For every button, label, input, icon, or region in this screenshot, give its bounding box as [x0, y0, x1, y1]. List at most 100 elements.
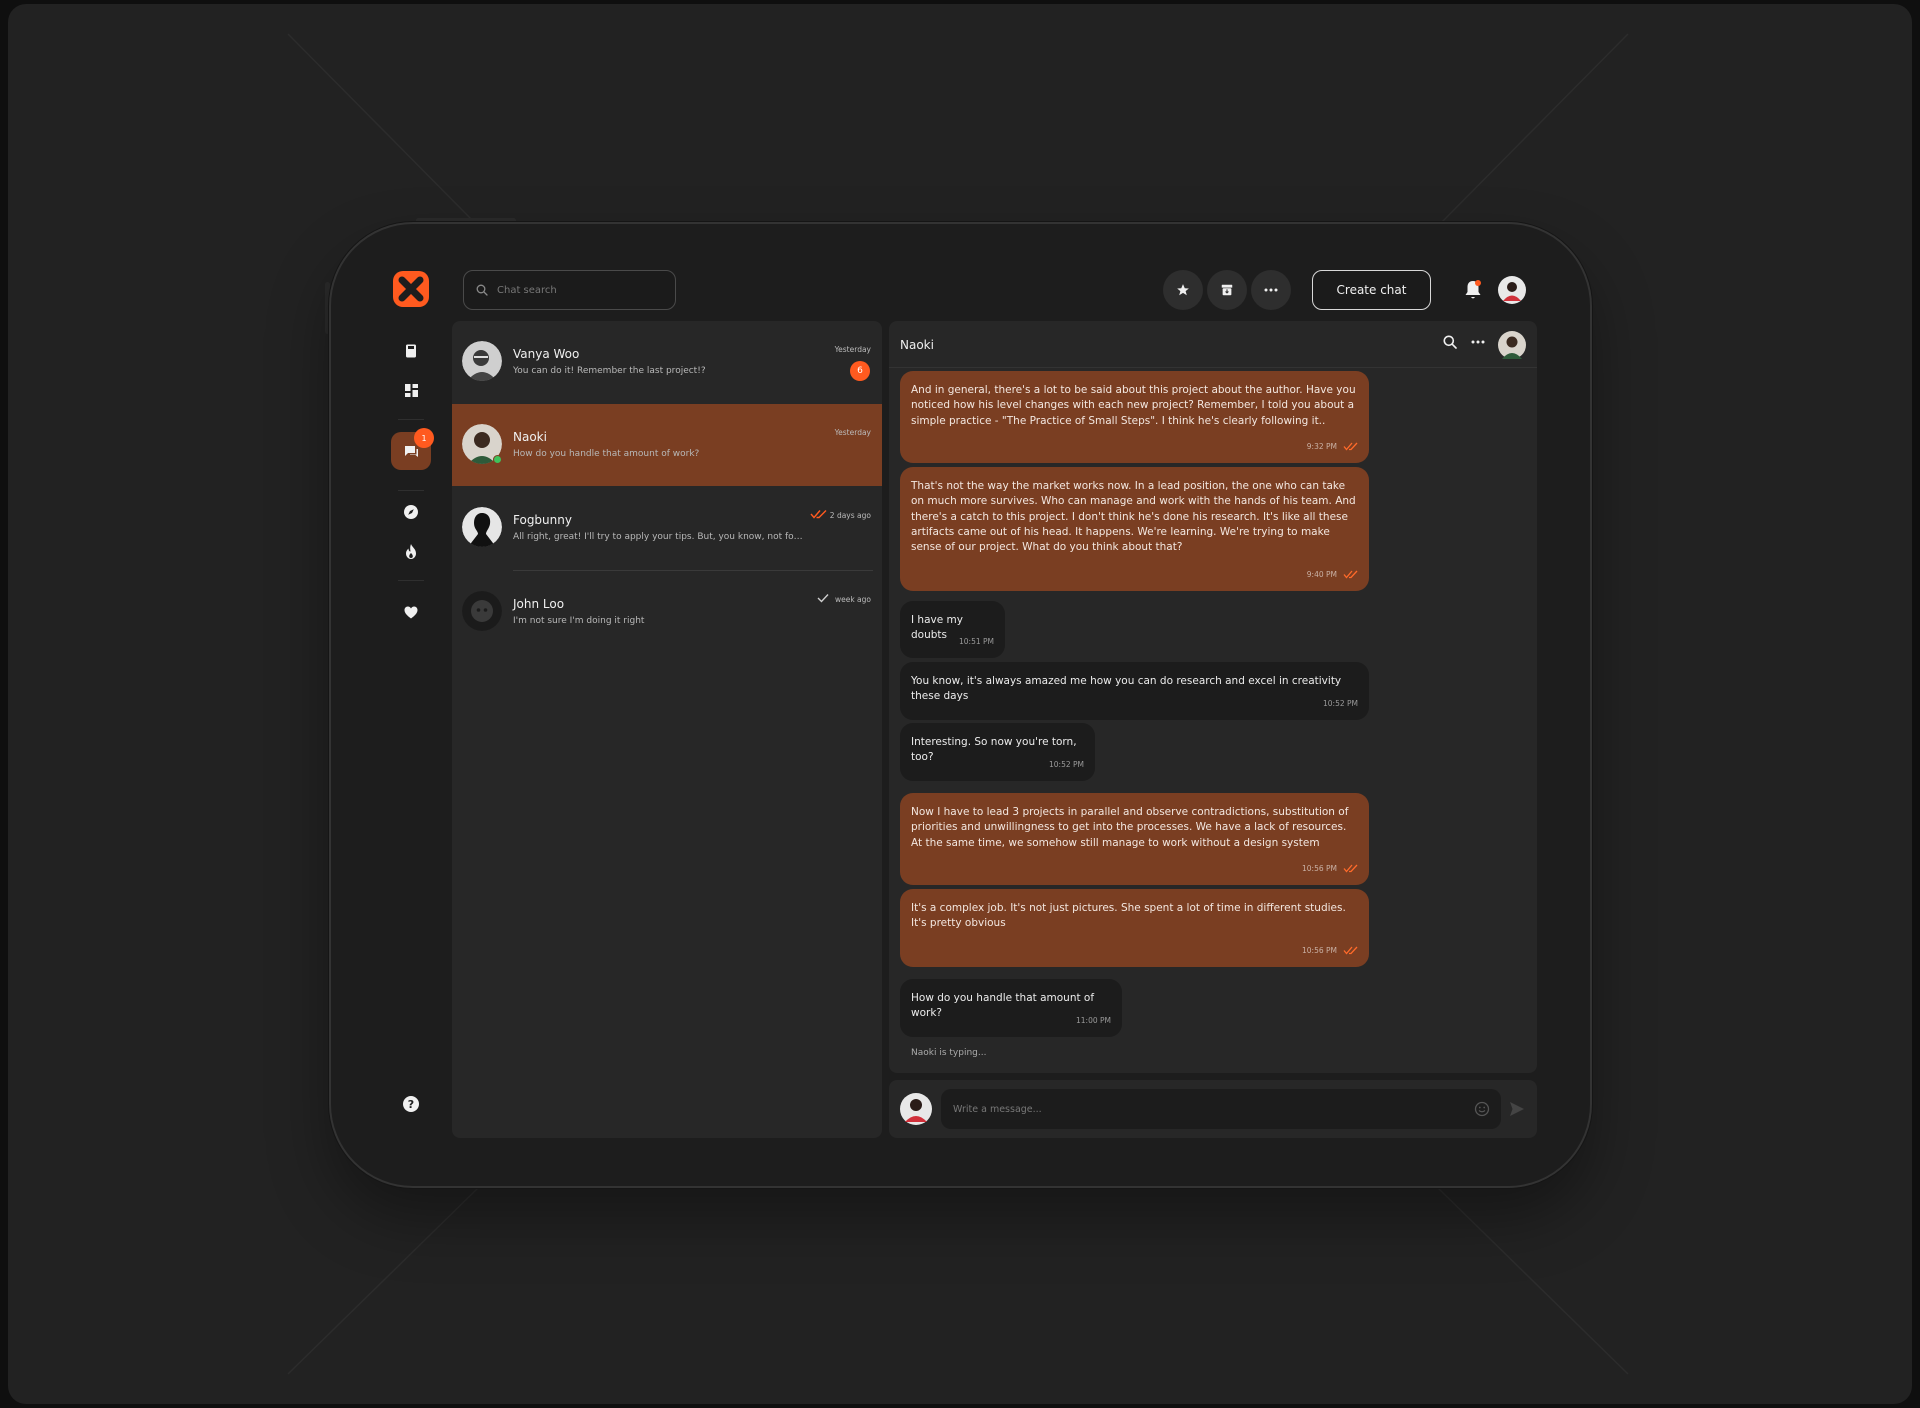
- nav-favorites[interactable]: [402, 603, 420, 621]
- chat-name: Vanya Woo: [513, 347, 580, 361]
- message-time: 10:56 PM: [1302, 863, 1337, 873]
- unread-badge: 6: [850, 361, 870, 381]
- notification-dot: [1475, 280, 1481, 286]
- svg-text:?: ?: [408, 1098, 414, 1111]
- online-status-icon: [493, 455, 502, 464]
- double-check-icon: [810, 510, 827, 519]
- message-text: You know, it's always amazed me how you …: [911, 675, 1342, 703]
- more-options-button[interactable]: [1251, 270, 1291, 310]
- chat-preview: I'm not sure I'm doing it right: [513, 616, 645, 626]
- message-bubble-incoming[interactable]: I have my doubts 10:51 PM: [900, 601, 1005, 658]
- message-bubble-incoming[interactable]: You know, it's always amazed me how you …: [900, 662, 1369, 720]
- check-icon: [817, 594, 829, 603]
- message-time: 10:56 PM: [1302, 945, 1337, 955]
- message-meta: 10:56 PM: [1302, 943, 1358, 958]
- search-icon[interactable]: [1443, 335, 1457, 349]
- chat-list: Vanya Woo You can do it! Remember the la…: [452, 321, 882, 1138]
- message-text: That's not the way the market works now.…: [911, 480, 1356, 554]
- nav-bookmarks[interactable]: [402, 342, 420, 360]
- message-time: 10:52 PM: [1323, 698, 1358, 708]
- double-check-icon: [1343, 570, 1358, 579]
- message-meta: 9:40 PM: [1307, 567, 1358, 582]
- avatar: [462, 341, 502, 381]
- double-check-icon: [1343, 442, 1358, 451]
- nav-explore[interactable]: [402, 503, 420, 521]
- message-bubble-outgoing[interactable]: And in general, there's a lot to be said…: [900, 371, 1369, 463]
- message-composer: [889, 1080, 1537, 1138]
- chat-preview: All right, great! I'll try to apply your…: [513, 532, 803, 542]
- more-icon[interactable]: [1471, 335, 1485, 349]
- message-meta: 10:52 PM: [1323, 696, 1358, 711]
- message-meta: 10:51 PM: [959, 634, 994, 649]
- chat-search[interactable]: [463, 270, 676, 310]
- message-meta: 10:56 PM: [1302, 861, 1358, 876]
- search-icon: [476, 284, 488, 296]
- nav-divider: [398, 580, 424, 581]
- message-meta: 9:32 PM: [1307, 439, 1358, 454]
- message-text: Now I have to lead 3 projects in paralle…: [911, 806, 1349, 849]
- chat-time: week ago: [834, 595, 871, 604]
- message-bubble-outgoing[interactable]: Now I have to lead 3 projects in paralle…: [900, 793, 1369, 885]
- dashboard-icon: [404, 383, 418, 397]
- more-icon: [1264, 288, 1278, 292]
- message-bubble-outgoing[interactable]: That's not the way the market works now.…: [900, 467, 1369, 591]
- send-icon[interactable]: [1509, 1101, 1525, 1117]
- chat-list-item[interactable]: Vanya Woo You can do it! Remember the la…: [452, 321, 882, 403]
- nav-help[interactable]: ?: [402, 1095, 420, 1113]
- message-meta: 10:52 PM: [1049, 757, 1084, 772]
- avatar: [462, 591, 502, 631]
- star-icon: [1177, 284, 1189, 296]
- chat-icon: [404, 445, 418, 457]
- message-time: 11:00 PM: [1076, 1015, 1111, 1025]
- message-meta: 11:00 PM: [1076, 1013, 1111, 1028]
- chat-time: 2 days ago: [829, 511, 871, 520]
- emoji-icon[interactable]: [1474, 1101, 1490, 1117]
- double-check-icon: [1343, 864, 1358, 873]
- nav-divider: [398, 490, 424, 491]
- book-icon: [406, 344, 416, 358]
- message-time: 10:52 PM: [1049, 759, 1084, 769]
- app-logo-icon[interactable]: [393, 271, 429, 307]
- compass-icon: [404, 505, 418, 519]
- chat-list-item[interactable]: John Loo I'm not sure I'm doing it right…: [452, 571, 882, 653]
- message-time: 9:32 PM: [1306, 441, 1337, 451]
- nav-trending[interactable]: [402, 542, 420, 560]
- heart-icon: [404, 606, 418, 618]
- conversation-panel: Naoki And in general, there's a lot to b…: [889, 321, 1537, 1073]
- archive-button[interactable]: [1207, 270, 1247, 310]
- favorites-button[interactable]: [1163, 270, 1203, 310]
- avatar: [462, 507, 502, 547]
- conversation-title: Naoki: [900, 338, 934, 352]
- help-icon: ?: [403, 1096, 419, 1112]
- nav-dashboard[interactable]: [402, 381, 420, 399]
- typing-indicator: Naoki is typing...: [911, 1048, 987, 1058]
- message-bubble-incoming[interactable]: How do you handle that amount of work? 1…: [900, 979, 1122, 1037]
- user-avatar: [900, 1093, 932, 1125]
- conversation-header: Naoki: [889, 321, 1537, 368]
- message-time: 10:51 PM: [959, 636, 994, 646]
- chat-time: Yesterday: [834, 345, 871, 354]
- search-input[interactable]: [497, 284, 657, 296]
- double-check-icon: [1343, 946, 1358, 955]
- chat-name: Naoki: [513, 430, 547, 444]
- create-chat-button[interactable]: Create chat: [1312, 270, 1431, 310]
- message-text: And in general, there's a lot to be said…: [911, 384, 1356, 427]
- fire-icon: [406, 543, 416, 559]
- message-time: 9:40 PM: [1306, 569, 1337, 579]
- message-input[interactable]: [941, 1089, 1501, 1129]
- chat-preview: You can do it! Remember the last project…: [513, 366, 706, 376]
- contact-avatar[interactable]: [1498, 331, 1526, 359]
- chat-list-item[interactable]: Fogbunny All right, great! I'll try to a…: [452, 487, 882, 569]
- chat-time: Yesterday: [834, 428, 871, 437]
- chat-list-item-active[interactable]: Naoki How do you handle that amount of w…: [452, 404, 882, 486]
- user-avatar[interactable]: [1498, 276, 1526, 304]
- chat-name: John Loo: [513, 597, 565, 611]
- chats-badge: 1: [414, 428, 434, 448]
- message-bubble-outgoing[interactable]: It's a complex job. It's not just pictur…: [900, 889, 1369, 967]
- chat-name: Fogbunny: [513, 513, 572, 527]
- chat-preview: How do you handle that amount of work?: [513, 449, 700, 459]
- archive-icon: [1221, 284, 1233, 296]
- message-bubble-incoming[interactable]: Interesting. So now you're torn, too? 10…: [900, 723, 1095, 781]
- nav-divider: [398, 419, 424, 420]
- message-text: It's a complex job. It's not just pictur…: [911, 902, 1346, 930]
